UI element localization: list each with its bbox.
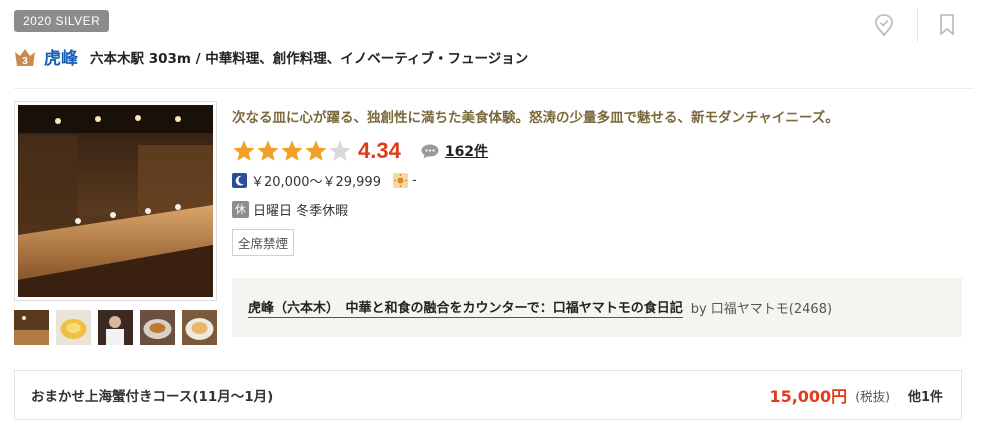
title-row: 3 虎峰 六本木駅 303m / 中華料理、創作料理、イノベーティブ・フュージョ… (14, 44, 528, 69)
holiday-text: 日曜日 冬季休暇 (253, 204, 349, 219)
thumbnail[interactable] (182, 310, 217, 345)
course-box: おまかせ上海蟹付きコース(11月～1月) 15,000円 (税抜) 他1件 (14, 370, 962, 420)
main-photo[interactable] (14, 101, 217, 301)
thumbnail[interactable] (56, 310, 91, 345)
thumbnail[interactable] (98, 310, 133, 345)
course-name-link[interactable]: おまかせ上海蟹付きコース(11月～1月) (31, 385, 769, 405)
rating-score: 4.34 (358, 138, 401, 163)
check-badge-icon[interactable] (869, 10, 899, 40)
rank-number: 3 (22, 56, 28, 67)
review-title-link[interactable]: 虎峰（六本木） 中華と和食の融合をカウンターで：口福ヤマトモの食日記 (248, 297, 683, 318)
star-rating (232, 139, 352, 163)
star-icon (233, 140, 255, 161)
review-count-link[interactable]: 162件 (421, 141, 488, 161)
thumbnail[interactable] (14, 310, 49, 345)
speech-bubble-icon (421, 144, 439, 158)
moon-icon (232, 173, 247, 188)
star-empty-icon (329, 140, 351, 161)
sun-icon (392, 173, 408, 188)
restaurant-details: 次なる皿に心が躍る、独創性に満ちた美食体験。怒涛の少量多皿で魅せる、新モダンチャ… (232, 106, 972, 256)
restaurant-name[interactable]: 虎峰 (44, 44, 78, 69)
star-icon (257, 140, 279, 161)
thumbnail-strip (14, 310, 217, 345)
divider (14, 88, 974, 89)
star-icon (305, 140, 327, 161)
restaurant-subinfo: 六本木駅 303m / 中華料理、創作料理、イノベーティブ・フュージョン (90, 50, 529, 67)
award-badge: 2020 SILVER (14, 10, 110, 32)
rating-row: 4.34 162件 (232, 138, 972, 164)
bronze-crown-icon: 3 (14, 46, 36, 68)
review-author: by 口福ヤマトモ(2468) (690, 302, 833, 317)
course-price: 15,000円 (769, 387, 848, 406)
top-divider (917, 8, 918, 42)
smoking-tag: 全席禁煙 (232, 229, 295, 256)
more-courses-link[interactable]: 他1件 (908, 386, 943, 405)
star-icon (281, 140, 303, 161)
holiday-row: 休 日曜日 冬季休暇 (232, 200, 972, 219)
dinner-price: ￥20,000～￥29,999 (251, 175, 381, 190)
thumbnail[interactable] (140, 310, 175, 345)
price-row: ￥20,000～￥29,999 - (232, 171, 972, 190)
top-actions (869, 8, 962, 42)
course-tax: (税抜) (855, 388, 890, 404)
review-count: 162件 (444, 144, 489, 160)
featured-review: 虎峰（六本木） 中華と和食の融合をカウンターで：口福ヤマトモの食日記 by 口福… (232, 278, 962, 337)
catchcopy: 次なる皿に心が躍る、独創性に満ちた美食体験。怒涛の少量多皿で魅せる、新モダンチャ… (232, 110, 839, 126)
lunch-price: - (411, 173, 417, 188)
holiday-icon: 休 (232, 201, 249, 218)
bookmark-icon[interactable] (932, 10, 962, 40)
